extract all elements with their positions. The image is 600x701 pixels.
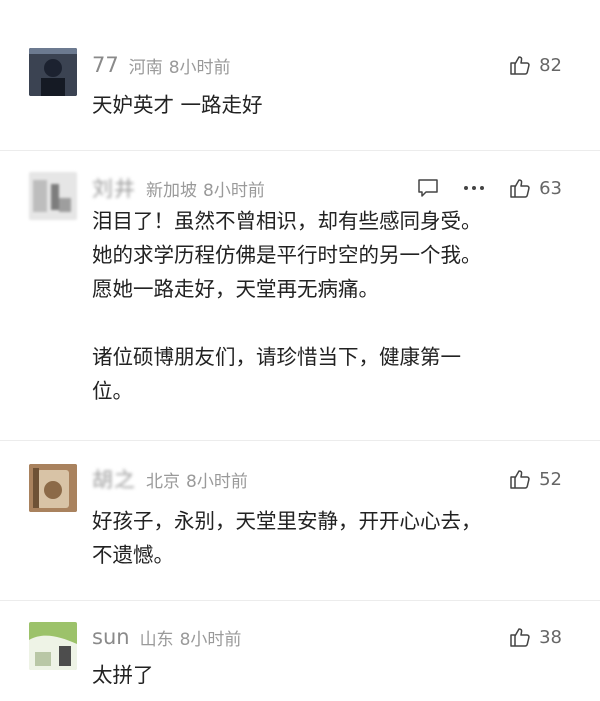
avatar[interactable] [29,622,77,670]
username[interactable]: sun [92,625,130,649]
user-region: 山东 [139,629,174,650]
comment-text: 太拼了 [92,663,154,687]
like-count: 38 [539,626,562,648]
thumbs-up-icon [510,628,530,647]
comment-item: sun 山东 8小时前 38 太拼了 [0,0,600,701]
comment-time: 8小时前 [179,629,242,650]
like-button[interactable]: 38 [509,627,562,648]
